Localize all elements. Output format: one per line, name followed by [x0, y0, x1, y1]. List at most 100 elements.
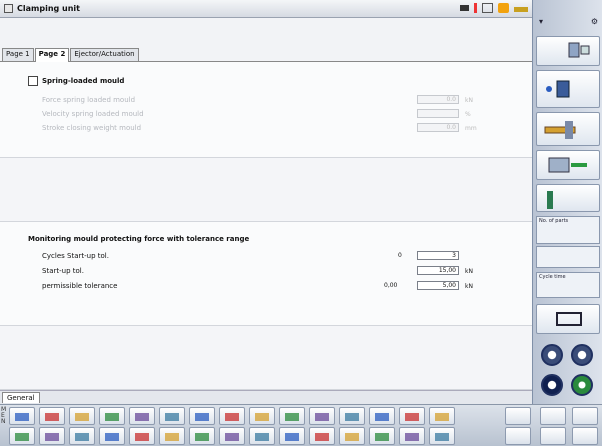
keyboard-icon[interactable] [460, 5, 469, 11]
screen-toolbar-button[interactable] [219, 427, 245, 445]
cavity-icon [225, 413, 239, 421]
spring-loaded-label: Spring-loaded mould [42, 77, 125, 85]
production-toolbar-button[interactable] [129, 427, 155, 445]
overview-icon [556, 312, 582, 326]
production-icon [135, 433, 149, 441]
help-icon [75, 433, 89, 441]
nozzle-toolbar-button[interactable] [159, 407, 185, 425]
quality-toolbar-button[interactable] [429, 407, 455, 425]
tab-page-2[interactable]: Page 2 [34, 48, 70, 63]
screw-icon [544, 121, 576, 139]
spring-stroke-unit: mm [465, 125, 477, 132]
mould-icon [568, 42, 590, 58]
plasticizing-toolbar-button[interactable] [429, 427, 455, 445]
general-tab-strip: General [0, 390, 532, 404]
core-icon [547, 191, 553, 209]
ejector-button[interactable] [536, 150, 600, 180]
plasticizing-icon [105, 413, 119, 421]
app-icon [4, 4, 13, 13]
manual-mode-button[interactable] [541, 344, 563, 366]
production-info[interactable] [536, 246, 600, 268]
process-data-toolbar-button[interactable] [369, 407, 395, 425]
injection-icon [405, 433, 419, 441]
warning-icon[interactable] [498, 3, 509, 13]
spring-velocity-field[interactable] [417, 109, 459, 118]
function-key-3[interactable] [572, 407, 598, 425]
spring-loaded-checkbox[interactable] [28, 76, 38, 86]
heating-toolbar-button[interactable] [189, 427, 215, 445]
function-key-6[interactable] [572, 427, 598, 445]
tools-icon [45, 433, 59, 441]
injection-toolbar-button[interactable] [399, 427, 425, 445]
network-icon[interactable] [482, 3, 493, 13]
function-key-5[interactable] [540, 427, 566, 445]
info-toolbar-button[interactable] [309, 427, 335, 445]
right-panel-header: ▾ ⚙ [533, 0, 602, 30]
function-key-2[interactable] [540, 407, 566, 425]
motor-off-button[interactable] [541, 374, 563, 396]
temperature-icon[interactable] [474, 3, 477, 13]
robot-toolbar-button[interactable] [9, 427, 35, 445]
hydraulics-icon [285, 413, 299, 421]
alarms-toolbar-button[interactable] [99, 427, 125, 445]
spring-stroke-label: Stroke closing weight mould [42, 124, 142, 132]
data-set-toolbar-button[interactable] [309, 407, 335, 425]
spring-velocity-label: Velocity spring loaded mould [42, 110, 144, 118]
monitoring-toolbar-button[interactable] [399, 407, 425, 425]
cavity-toolbar-button[interactable] [219, 407, 245, 425]
tab-general[interactable]: General [2, 392, 40, 403]
clamping-toolbar-button[interactable] [129, 407, 155, 425]
parts-info-label: No. of parts [539, 218, 569, 224]
service-icon [285, 433, 299, 441]
semi-auto-button[interactable] [571, 344, 593, 366]
setup-toolbar-button[interactable] [339, 407, 365, 425]
ejector-toolbar-button[interactable] [39, 407, 65, 425]
function-key-4[interactable] [505, 427, 531, 445]
mould-height-toolbar-button[interactable] [339, 427, 365, 445]
tools-toolbar-button[interactable] [39, 427, 65, 445]
mould-height-icon [345, 433, 359, 441]
mould-height-toolbar-button[interactable] [9, 407, 35, 425]
energy-icon [165, 433, 179, 441]
ejector-icon [45, 413, 59, 421]
plasticizing-button[interactable] [536, 112, 600, 146]
core-pull-toolbar-button[interactable] [189, 407, 215, 425]
alarms-icon [105, 433, 119, 441]
key-icon[interactable] [514, 7, 528, 12]
injection-toolbar-button[interactable] [69, 407, 95, 425]
cycles-field[interactable]: 3 [417, 251, 459, 260]
permissible-tol-field[interactable]: 5,00 [417, 281, 459, 290]
temperature-toolbar-button[interactable] [249, 407, 275, 425]
function-key-1[interactable] [505, 407, 531, 425]
settings-icon[interactable]: ⚙ [591, 17, 598, 26]
overview-button[interactable] [536, 304, 600, 334]
spring-force-field[interactable]: 0.0 [417, 95, 459, 104]
core-pull-button[interactable] [536, 184, 600, 212]
ejector-toolbar-button[interactable] [369, 427, 395, 445]
nozzle-icon [165, 413, 179, 421]
motor-on-button[interactable] [571, 374, 593, 396]
help-toolbar-button[interactable] [69, 427, 95, 445]
cycle-time-info[interactable]: Cycle time [536, 272, 600, 298]
spring-stroke-field[interactable]: 0.0 [417, 123, 459, 132]
clamping-icon [135, 413, 149, 421]
permissible-tol-label: permissible tolerance [42, 282, 118, 290]
tab-page-1[interactable]: Page 1 [2, 48, 34, 61]
plasticizing-toolbar-button[interactable] [99, 407, 125, 425]
startup-tol-field[interactable]: 15,00 [417, 266, 459, 275]
menu-icon[interactable]: ▾ [539, 17, 543, 26]
hydraulics-toolbar-button[interactable] [279, 407, 305, 425]
energy-toolbar-button[interactable] [159, 427, 185, 445]
injection-button[interactable] [536, 70, 600, 108]
spring-force-unit: kN [465, 97, 473, 104]
screen-icon [225, 433, 239, 441]
service-toolbar-button[interactable] [279, 427, 305, 445]
print-toolbar-button[interactable] [249, 427, 275, 445]
cycles-label: Cycles Start-up tol. [42, 252, 109, 260]
empty-section [0, 158, 532, 222]
mould-button[interactable] [536, 36, 600, 66]
startup-tol-label: Start-up tol. [42, 267, 84, 275]
startup-tol-unit: kN [465, 268, 473, 275]
tab-ejector[interactable]: Ejector/Actuation [70, 48, 139, 61]
parts-info[interactable]: No. of parts [536, 216, 600, 244]
